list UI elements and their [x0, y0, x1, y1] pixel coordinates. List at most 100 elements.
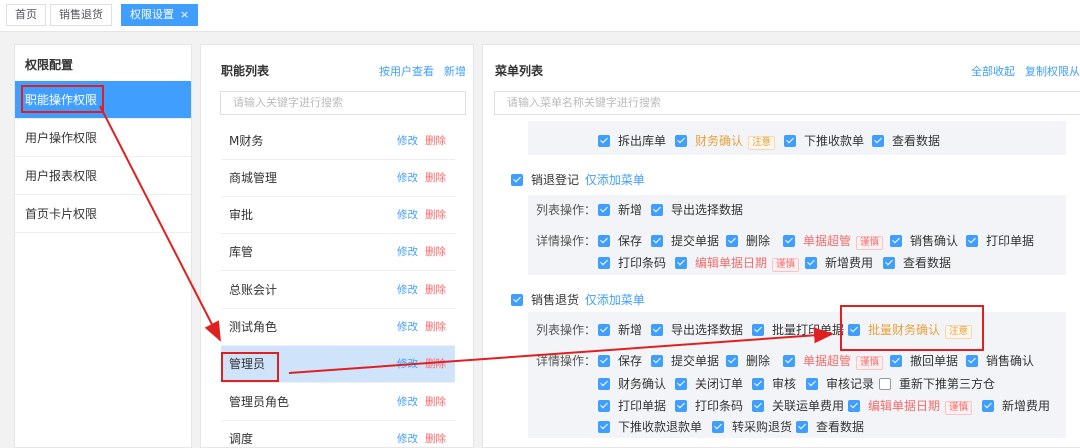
checkbox[interactable] [675, 135, 687, 147]
permission-item[interactable]: 新增费用 [805, 256, 873, 270]
checkbox[interactable] [675, 400, 687, 412]
tab-permission-settings[interactable]: 权限设置 × [121, 4, 199, 26]
permission-item[interactable]: 审核记录 [806, 377, 874, 391]
permission-item[interactable]: 打印单据 [966, 234, 1034, 248]
checkbox[interactable] [598, 378, 610, 390]
permission-item[interactable]: 关联运单费用 [752, 399, 844, 413]
permission-item[interactable]: 查看数据 [883, 256, 951, 270]
permission-item[interactable]: 导出选择数据 [651, 203, 743, 217]
checkbox[interactable] [598, 135, 610, 147]
add-role-link[interactable]: 新增 [444, 63, 466, 79]
role-item[interactable]: 商城管理 修改 删除 [221, 160, 455, 197]
copy-permission-link[interactable]: 复制权限从 [1025, 63, 1080, 79]
tab-home[interactable]: 首页 [6, 4, 46, 26]
menu-user-permission[interactable]: 用户操作权限 [15, 119, 191, 157]
menu-search-input[interactable]: 请输入菜单名称关键字进行搜索 [494, 91, 1080, 115]
edit-role-link[interactable]: 修改 [397, 384, 418, 421]
collapse-all-link[interactable]: 全部收起 [971, 63, 1015, 79]
checkbox[interactable] [651, 204, 663, 216]
permission-item[interactable]: 编辑单据日期 谨慎 [848, 399, 973, 415]
checkbox[interactable] [511, 174, 523, 186]
delete-role-link[interactable]: 删除 [425, 123, 446, 160]
edit-role-link[interactable]: 修改 [397, 421, 418, 448]
edit-role-link[interactable]: 修改 [397, 197, 418, 234]
only-add-menu-link[interactable]: 仅添加菜单 [585, 293, 645, 307]
role-item[interactable]: 调度 修改 删除 [221, 421, 455, 448]
checkbox[interactable] [783, 355, 795, 367]
permission-item[interactable]: 新增 [598, 323, 642, 337]
delete-role-link[interactable]: 删除 [425, 384, 446, 421]
role-search-input[interactable]: 请输入关键字进行搜索 [220, 91, 466, 115]
permission-item[interactable]: 新增费用 [982, 399, 1050, 413]
permission-item[interactable]: 查看数据 [872, 134, 940, 148]
delete-role-link[interactable]: 删除 [425, 160, 446, 197]
permission-item[interactable]: 单据超管 谨慎 [783, 234, 884, 250]
only-add-menu-link[interactable]: 仅添加菜单 [585, 173, 645, 187]
menu-node[interactable]: 销退登记 仅添加菜单 [511, 173, 645, 187]
permission-item[interactable]: 提交单据 [651, 354, 719, 368]
checkbox[interactable] [651, 235, 663, 247]
checkbox[interactable] [784, 135, 796, 147]
menu-home-card-permission[interactable]: 首页卡片权限 [15, 195, 191, 233]
permission-item[interactable]: 重新下推第三方仓 [879, 377, 995, 391]
edit-role-link[interactable]: 修改 [397, 234, 418, 271]
permission-item[interactable]: 关闭订单 [675, 377, 743, 391]
role-item[interactable]: M财务 修改 删除 [221, 123, 455, 160]
permission-item[interactable]: 财务确认 [598, 377, 666, 391]
checkbox[interactable] [598, 204, 610, 216]
delete-role-link[interactable]: 删除 [425, 309, 446, 346]
checkbox[interactable] [890, 235, 902, 247]
role-item[interactable]: 审批 修改 删除 [221, 197, 455, 234]
checkbox[interactable] [966, 235, 978, 247]
permission-item[interactable]: 批量打印单据 [752, 323, 844, 337]
edit-role-link[interactable]: 修改 [397, 160, 418, 197]
checkbox[interactable] [598, 421, 610, 433]
delete-role-link[interactable]: 删除 [425, 234, 446, 271]
checkbox[interactable] [872, 135, 884, 147]
permission-item[interactable]: 删除 [726, 234, 770, 248]
permission-item[interactable]: 提交单据 [651, 234, 719, 248]
permission-item[interactable]: 保存 [598, 354, 642, 368]
permission-item[interactable]: 保存 [598, 234, 642, 248]
checkbox[interactable] [890, 355, 902, 367]
checkbox[interactable] [598, 355, 610, 367]
checkbox[interactable] [598, 400, 610, 412]
delete-role-link[interactable]: 删除 [425, 197, 446, 234]
permission-item[interactable]: 删除 [726, 354, 770, 368]
permission-item[interactable]: 编辑单据日期 谨慎 [675, 256, 800, 272]
tab-sales-return[interactable]: 销售退货 [50, 4, 112, 26]
permission-item[interactable]: 审核 [752, 377, 796, 391]
checkbox[interactable] [752, 378, 764, 390]
edit-role-link[interactable]: 修改 [397, 123, 418, 160]
checkbox[interactable] [726, 235, 738, 247]
checkbox[interactable] [712, 421, 724, 433]
checkbox[interactable] [651, 324, 663, 336]
checkbox[interactable] [805, 257, 817, 269]
permission-item[interactable]: 转采购退货 [712, 420, 792, 434]
edit-role-link[interactable]: 修改 [397, 272, 418, 309]
checkbox[interactable] [598, 324, 610, 336]
checkbox[interactable] [883, 257, 895, 269]
permission-item[interactable]: 下推收款单 [784, 134, 864, 148]
checkbox[interactable] [806, 378, 818, 390]
checkbox[interactable] [982, 400, 994, 412]
checkbox[interactable] [675, 378, 687, 390]
permission-item[interactable]: 导出选择数据 [651, 323, 743, 337]
permission-item[interactable]: 新增 [598, 203, 642, 217]
checkbox[interactable] [726, 355, 738, 367]
edit-role-link[interactable]: 修改 [397, 346, 418, 383]
permission-item[interactable]: 打印条码 [598, 256, 666, 270]
permission-item[interactable]: 销售确认 [890, 234, 958, 248]
checkbox[interactable] [848, 400, 860, 412]
checkbox[interactable] [879, 378, 891, 390]
checkbox[interactable] [752, 400, 764, 412]
checkbox[interactable] [752, 324, 764, 336]
permission-item[interactable]: 下推收款退款单 [598, 420, 702, 434]
checkbox[interactable] [598, 257, 610, 269]
delete-role-link[interactable]: 删除 [425, 421, 446, 448]
role-item[interactable]: 测试角色 修改 删除 [221, 309, 455, 346]
close-icon[interactable]: × [180, 8, 189, 21]
permission-item[interactable]: 打印单据 [598, 399, 666, 413]
permission-item[interactable]: 撤回单据 [890, 354, 958, 368]
role-item[interactable]: 总账会计 修改 删除 [221, 272, 455, 309]
